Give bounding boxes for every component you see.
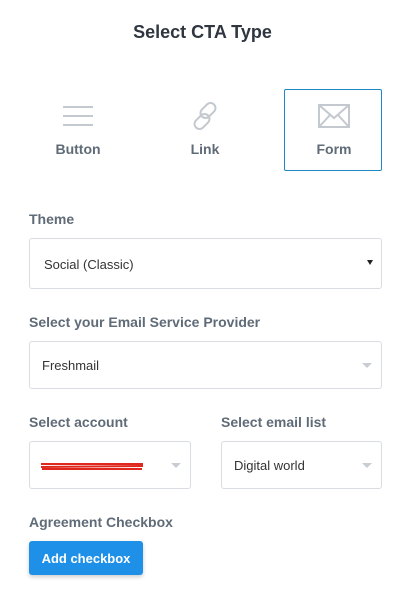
email-list-label: Select email list [221, 414, 327, 430]
cta-type-label: Form [316, 141, 352, 157]
chevron-down-icon [171, 463, 181, 468]
provider-value: Freshmail [42, 358, 100, 373]
cta-type-label: Link [190, 141, 220, 157]
link-icon [156, 101, 254, 131]
chevron-down-icon [362, 463, 372, 468]
provider-select[interactable]: Freshmail [29, 341, 382, 389]
email-list-value: Digital world [234, 458, 305, 473]
email-list-select[interactable]: Digital world [221, 441, 382, 489]
dialog-title: Select CTA Type [133, 22, 272, 42]
cta-type-form[interactable]: Form [284, 89, 382, 171]
account-select[interactable] [29, 441, 191, 489]
envelope-icon [285, 101, 383, 131]
theme-value: Social (Classic) [44, 257, 134, 272]
cta-type-link[interactable]: Link [156, 89, 254, 171]
theme-label: Theme [29, 211, 75, 227]
provider-label: Select your Email Service Provider [29, 314, 261, 330]
account-label: Select account [29, 414, 128, 430]
cta-type-selector: Button Link Form [29, 89, 382, 171]
cta-type-button[interactable]: Button [29, 89, 127, 171]
theme-select[interactable]: Social (Classic) [29, 238, 382, 289]
cta-type-label: Button [55, 141, 101, 157]
agreement-label: Agreement Checkbox [29, 514, 173, 530]
chevron-down-icon [362, 363, 372, 368]
menu-lines-icon [29, 101, 127, 131]
chevron-down-icon [367, 260, 373, 265]
redaction-scribble [40, 463, 144, 470]
add-checkbox-button[interactable]: Add checkbox [29, 541, 143, 575]
